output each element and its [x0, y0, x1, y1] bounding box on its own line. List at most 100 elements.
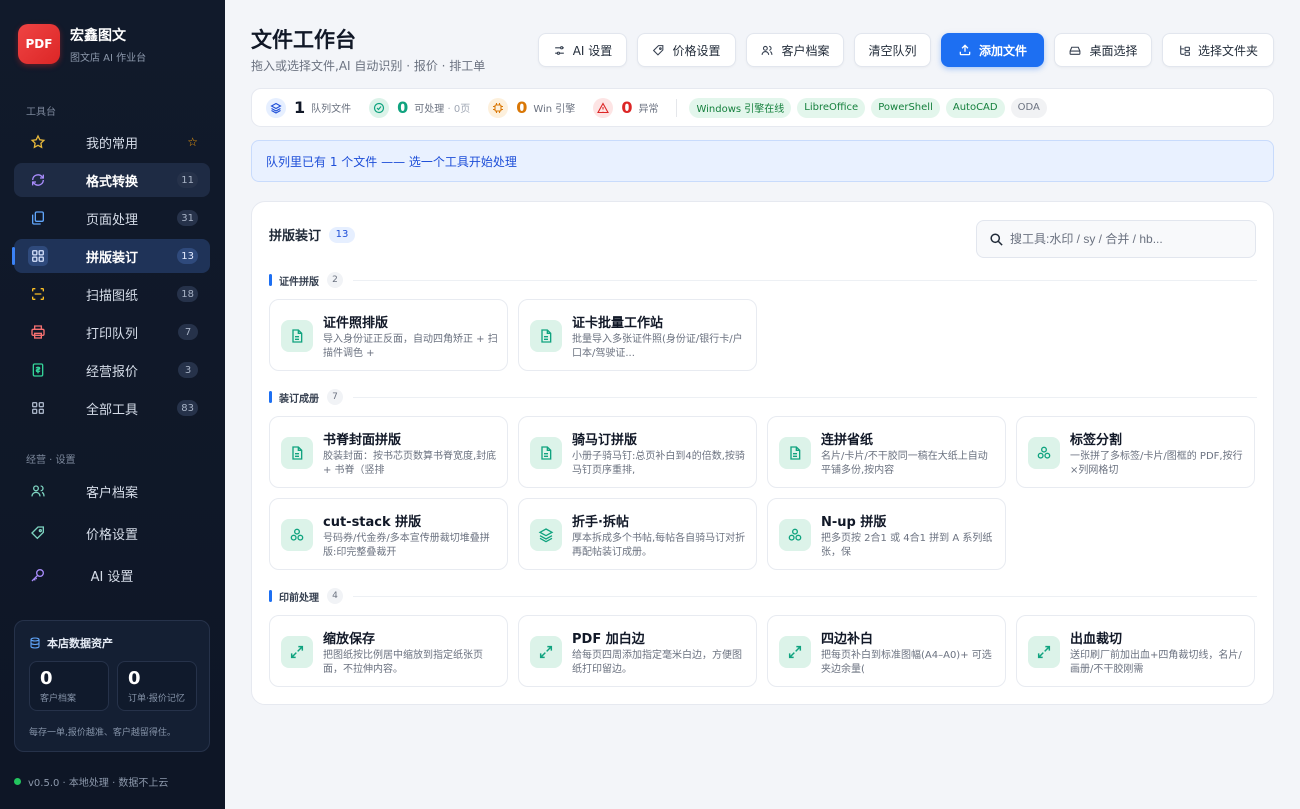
- sidebar-item-format-convert[interactable]: 格式转换 11: [14, 163, 210, 197]
- assets-note: 每存一单,报价越准、客户越留得住。: [29, 728, 176, 738]
- sidebar-item-print-queue[interactable]: 打印队列 7: [14, 315, 210, 349]
- sidebar-item-price-settings[interactable]: 价格设置: [14, 516, 210, 550]
- tool-card-n-up[interactable]: N-up 拼版 把多页按 2合1 或 4合1 拼到 A 系列纸张，保: [767, 498, 1006, 570]
- document-icon: [530, 437, 562, 469]
- processable-pages: · 0页: [447, 104, 471, 115]
- pages-icon: [28, 208, 48, 228]
- group-count: 4: [327, 588, 343, 604]
- sidebar-item-label: 经营报价: [85, 364, 138, 380]
- card-description: 批量导入多张证件照(身份证/银行卡/户口本/驾驶证...: [572, 334, 743, 359]
- sidebar-item-ai-settings[interactable]: AI 设置: [14, 558, 210, 592]
- sidebar-item-label: 我的常用: [85, 136, 138, 152]
- card-title: 骑马订拼版: [572, 433, 638, 448]
- search-input[interactable]: [1010, 232, 1240, 246]
- tool-card-saddle-stitch[interactable]: 骑马订拼版 小册子骑马钉:总页补白到4的倍数,按骑马钉页序重排,: [518, 416, 757, 488]
- count-badge: 83: [177, 400, 198, 416]
- add-file-button[interactable]: 添加文件: [941, 33, 1044, 67]
- settings-section-label: 经营 · 设置: [26, 455, 76, 466]
- sidebar-item-customers[interactable]: 客户档案: [14, 474, 210, 508]
- tool-card-spine-cover[interactable]: 书脊封面拼版 胶装封面：按书芯页数算书脊宽度,封底 + 书脊（竖排: [269, 416, 508, 488]
- tool-card-cut-stack[interactable]: cut-stack 拼版 号码券/代金券/多本宣传册裁切堆叠拼版:印完整叠裁开: [269, 498, 508, 570]
- document-icon: [779, 437, 811, 469]
- tool-card-scale-save[interactable]: 缩放保存 把图纸按比例居中缩放到指定纸张页面，不拉伸内容。: [269, 615, 508, 687]
- card-description: 小册子骑马钉:总页补白到4的倍数,按骑马钉页序重排,: [572, 451, 745, 476]
- tools-panel: 拼版装订 13 证件拼版 2 证件照排版 导入身份证正反面，自动四角矫正 + 扫…: [251, 201, 1274, 705]
- sidebar-item-favorites[interactable]: 我的常用 ☆: [14, 125, 210, 159]
- sidebar-item-scan-drawings[interactable]: 扫描图纸 18: [14, 277, 210, 311]
- count-badge: 18: [177, 286, 198, 302]
- panel-count-badge: 13: [329, 226, 356, 243]
- page-subtitle: 拖入或选择文件,AI 自动识别 · 报价 · 排工单: [251, 59, 486, 73]
- engine-chip-libreoffice: LibreOffice: [797, 97, 866, 118]
- select-folder-button[interactable]: 选择文件夹: [1162, 33, 1274, 67]
- count-badge: 3: [178, 362, 198, 378]
- sidebar-item-label: 扫描图纸: [85, 288, 138, 304]
- sliders-icon: [553, 44, 566, 57]
- tool-search[interactable]: [976, 220, 1256, 258]
- sidebar-item-all-tools[interactable]: 全部工具 83: [14, 391, 210, 425]
- count-badge: 11: [177, 172, 198, 188]
- warning-icon: [593, 97, 614, 118]
- count-badge: 13: [177, 248, 198, 264]
- tools-section-label: 工具台: [26, 107, 56, 118]
- orders-count: 0: [128, 668, 141, 689]
- tool-card-pad-edges[interactable]: 四边补白 把每页补白到标准图幅(A4–A0)+ 可选夹边余量(: [767, 615, 1006, 687]
- tool-card-signatures[interactable]: 折手·拆帖 厚本拆成多个书帖,每帖各自骑马订对折再配帖装订成册。: [518, 498, 757, 570]
- brand-subtitle: 图文店 AI 作业台: [70, 52, 147, 64]
- sidebar-item-page-processing[interactable]: 页面处理 31: [14, 201, 210, 235]
- desktop-select-button[interactable]: 桌面选择: [1054, 33, 1152, 67]
- document-icon: [281, 437, 313, 469]
- cubes-icon: [1028, 437, 1060, 469]
- engine-chip-powershell: PowerShell: [871, 97, 940, 118]
- panel-title: 拼版装订: [269, 229, 322, 244]
- group-id-photo: 证件拼版 2: [269, 272, 1257, 288]
- processable-stat: 0 可处理 · 0页: [369, 97, 471, 118]
- card-title: cut-stack 拼版: [323, 515, 422, 530]
- cubes-icon: [779, 519, 811, 551]
- win-engine-stat: 0 Win 引擎: [488, 97, 575, 118]
- card-description: 把每页补白到标准图幅(A4–A0)+ 可选夹边余量(: [821, 650, 992, 675]
- customer-files-button[interactable]: 客户档案: [746, 33, 844, 67]
- price-settings-button[interactable]: 价格设置: [637, 33, 736, 67]
- tool-card-id-photo-layout[interactable]: 证件照排版 导入身份证正反面，自动四角矫正 + 扫描件调色 +: [269, 299, 508, 371]
- group-title: 印前处理: [279, 592, 319, 604]
- sidebar-item-business-quote[interactable]: 经营报价 3: [14, 353, 210, 387]
- card-title: 缩放保存: [323, 632, 376, 647]
- sidebar-item-label: AI 设置: [90, 569, 134, 585]
- card-title: N-up 拼版: [821, 515, 887, 530]
- tool-card-add-margin[interactable]: PDF 加白边 给每页四周添加指定毫米白边，方便图纸打印留边。: [518, 615, 757, 687]
- clear-queue-button[interactable]: 清空队列: [854, 33, 931, 67]
- layers-icon: [266, 97, 286, 118]
- card-description: 把图纸按比例居中缩放到指定纸张页面，不拉伸内容。: [323, 650, 483, 675]
- sidebar-item-imposition[interactable]: 拼版装订 13: [12, 239, 210, 273]
- card-title: 书脊封面拼版: [323, 433, 402, 448]
- tool-card-gang-up[interactable]: 连拼省纸 名片/卡片/不干胶同一稿在大纸上自动平铺多份,按内容: [767, 416, 1006, 488]
- printer-icon: [28, 322, 48, 342]
- expand-icon: [530, 636, 562, 668]
- favorite-star-icon: ☆: [187, 135, 198, 149]
- folder-tree-icon: [1178, 44, 1191, 57]
- quote-icon: [28, 360, 48, 380]
- queue-stat: 1 队列文件: [266, 97, 352, 118]
- tool-card-bleed-trim[interactable]: 出血裁切 送印刷厂前加出血+四角裁切线，名片/画册/不干胶刚需: [1016, 615, 1255, 687]
- card-title: 出血裁切: [1070, 632, 1123, 647]
- upload-icon: [958, 43, 972, 57]
- error-stat: 0 异常: [593, 97, 658, 118]
- card-description: 把多页按 2合1 或 4合1 拼到 A 系列纸张，保: [821, 533, 993, 558]
- version-text: v0.5.0 · 本地处理 · 数据不上云: [28, 778, 169, 789]
- queue-caption: 队列文件: [311, 104, 352, 115]
- scan-icon: [28, 284, 48, 304]
- card-title: 连拼省纸: [821, 433, 874, 448]
- card-description: 名片/卡片/不干胶同一稿在大纸上自动平铺多份,按内容: [821, 451, 988, 476]
- expand-icon: [281, 636, 313, 668]
- card-title: 证卡批量工作站: [572, 316, 664, 331]
- card-description: 导入身份证正反面，自动四角矫正 + 扫描件调色 +: [323, 334, 498, 359]
- apps-icon: [28, 398, 48, 418]
- tool-card-label-split[interactable]: 标签分割 一张拼了多标签/卡片/图框的 PDF,按行×列网格切: [1016, 416, 1255, 488]
- brand-name: 宏鑫图文: [70, 27, 126, 44]
- brand: PDF 宏鑫图文 图文店 AI 作业台: [18, 24, 146, 64]
- ai-settings-button[interactable]: AI 设置: [538, 33, 627, 67]
- tool-card-id-batch-station[interactable]: 证卡批量工作站 批量导入多张证件照(身份证/银行卡/户口本/驾驶证...: [518, 299, 757, 371]
- processable-count: 0: [397, 98, 409, 117]
- assets-title: 本店数据资产: [47, 637, 113, 650]
